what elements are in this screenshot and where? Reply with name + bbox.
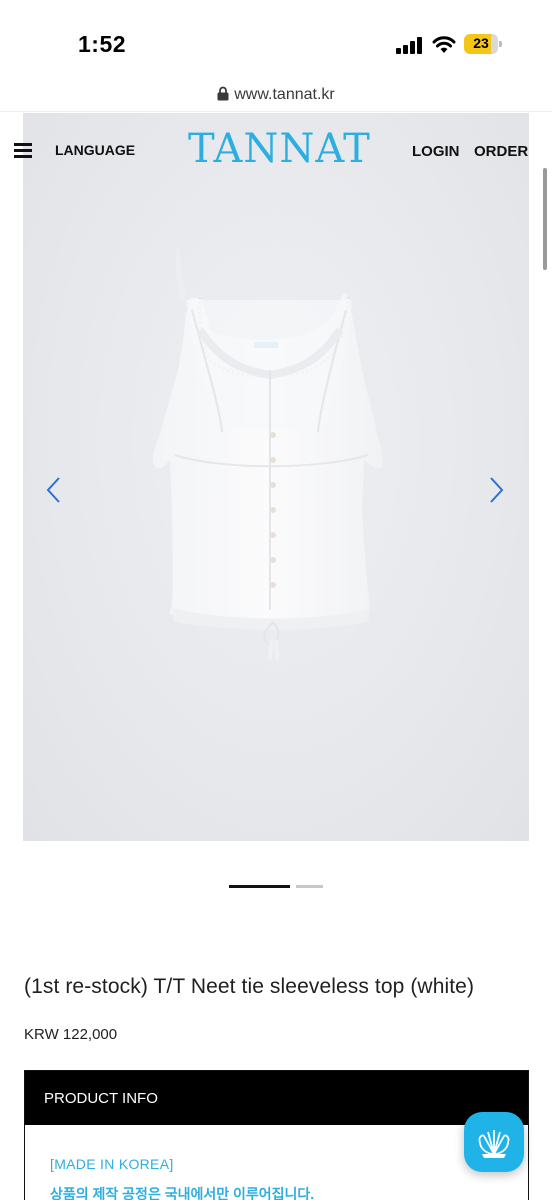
battery-level: 23 [473,35,489,51]
product-info-section: PRODUCT INFO [MADE IN KOREA] 상품의 제작 공정은 … [24,1070,529,1200]
product-image [153,245,383,660]
order-link[interactable]: ORDER [474,143,528,160]
status-bar: 1:52 23 [0,0,552,84]
site-logo[interactable]: TANNAT [188,126,370,172]
chevron-right-icon[interactable] [486,475,506,505]
url-text: www.tannat.kr [234,86,335,103]
language-link[interactable]: LANGUAGE [55,142,135,158]
product-info-title: PRODUCT INFO [44,1090,158,1107]
browser-url-bar[interactable]: www.tannat.kr [0,84,552,112]
product-price: KRW 122,000 [24,1026,118,1043]
signal-icon [396,36,424,54]
carousel-indicator-2[interactable] [296,885,323,888]
made-in-description: 상품의 제작 공정은 국내에서만 이루어집니다. [50,1186,315,1200]
battery-icon: 23 [464,34,502,54]
product-title: (1st re-stock) T/T Neet tie sleeveless t… [24,975,475,998]
chat-logo-icon [478,1130,510,1158]
lock-icon [217,86,229,101]
chevron-left-icon[interactable] [44,475,64,505]
hamburger-menu-icon[interactable] [14,143,32,159]
page-scrollbar[interactable] [543,168,547,270]
chat-button[interactable] [464,1112,524,1172]
status-time: 1:52 [78,31,127,57]
login-link[interactable]: LOGIN [412,143,460,160]
carousel-indicator-1[interactable] [229,885,290,888]
wifi-icon [432,36,456,53]
made-in-label: [MADE IN KOREA] [50,1156,174,1172]
product-info-header[interactable]: PRODUCT INFO [25,1071,528,1125]
